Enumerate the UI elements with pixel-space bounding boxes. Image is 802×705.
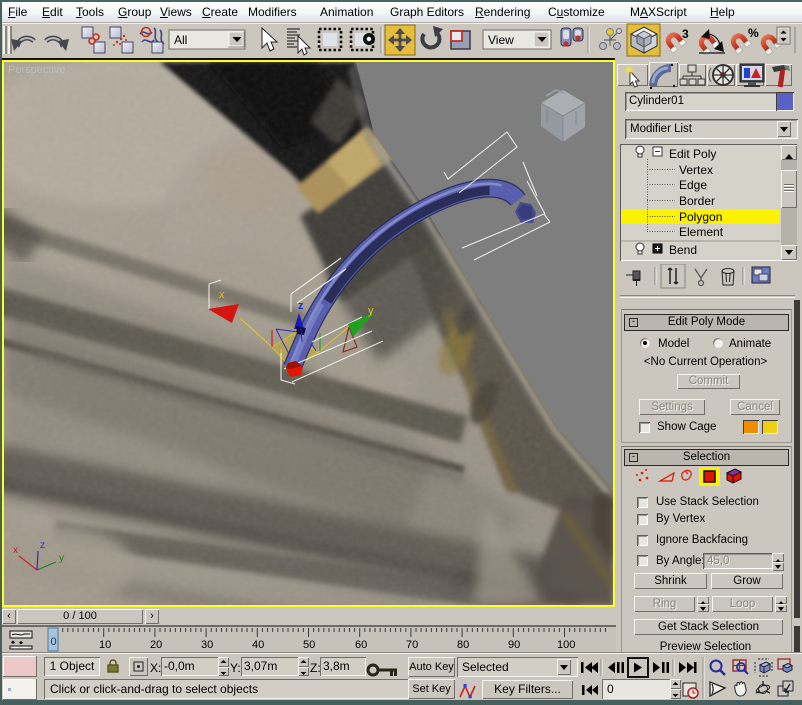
- svg-text:20: 20: [150, 639, 162, 651]
- svg-text:30: 30: [201, 639, 213, 651]
- svg-text:y: y: [368, 305, 374, 317]
- svg-text:100: 100: [557, 639, 575, 651]
- svg-text:x: x: [13, 545, 18, 556]
- svg-text:70: 70: [406, 639, 418, 651]
- svg-text:60: 60: [355, 639, 367, 651]
- svg-text:y: y: [59, 553, 64, 564]
- svg-text:80: 80: [457, 639, 469, 651]
- svg-text:Vertex: Vertex: [679, 163, 713, 177]
- svg-text:0: 0: [51, 636, 57, 648]
- svg-text:90: 90: [508, 639, 520, 651]
- svg-text:Polygon: Polygon: [679, 210, 722, 224]
- svg-text:View: View: [488, 33, 514, 47]
- svg-text:Edge: Edge: [679, 178, 707, 192]
- svg-text:10: 10: [99, 639, 111, 651]
- svg-text:Element: Element: [679, 225, 724, 239]
- svg-text:3: 3: [682, 27, 689, 41]
- svg-text:z: z: [298, 300, 304, 312]
- svg-text:%: %: [748, 26, 759, 40]
- svg-text:All: All: [174, 33, 187, 47]
- svg-text:Bend: Bend: [669, 243, 697, 257]
- svg-text:x: x: [219, 289, 225, 301]
- svg-text:Border: Border: [679, 194, 715, 208]
- svg-text:Edit Poly: Edit Poly: [669, 147, 716, 161]
- svg-text:z: z: [40, 540, 45, 551]
- svg-text:50: 50: [303, 639, 315, 651]
- svg-text:Perspective: Perspective: [8, 64, 65, 76]
- svg-text:40: 40: [252, 639, 264, 651]
